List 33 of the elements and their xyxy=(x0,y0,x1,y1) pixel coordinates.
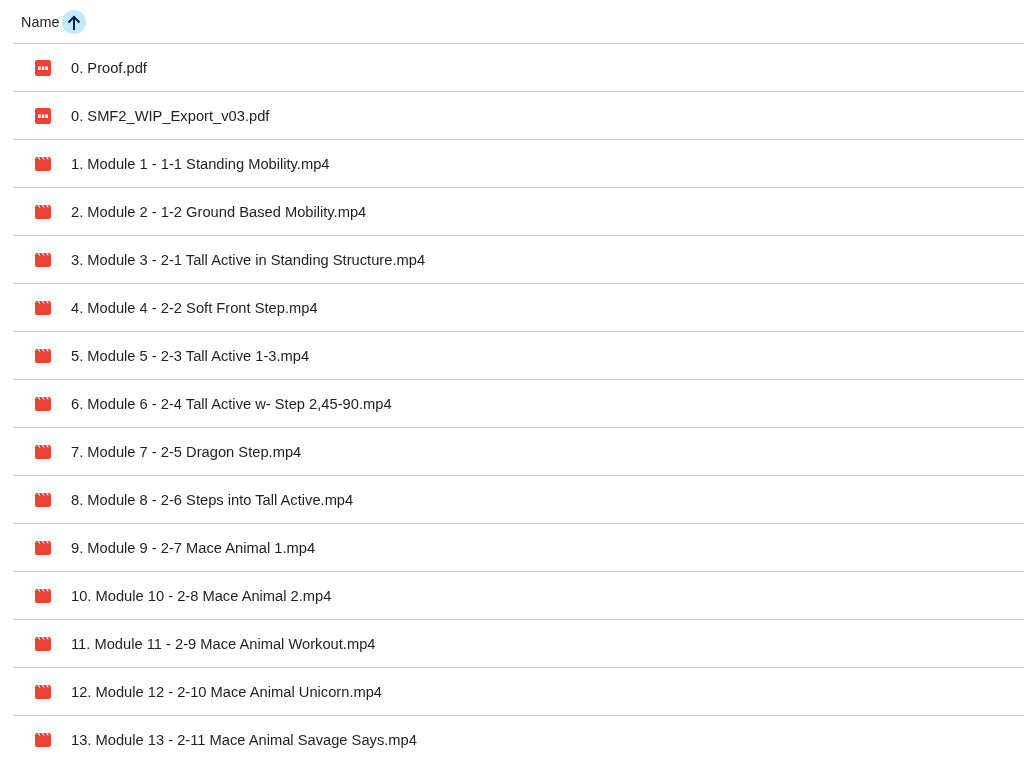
column-header[interactable]: Name xyxy=(21,13,60,30)
file-name: 12. Module 12 - 2-10 Mace Animal Unicorn.mp4 xyxy=(71,683,383,700)
file-name: 6. Module 6 - 2-4 Tall Active w- Step 2,45-90.mp4 xyxy=(71,395,392,412)
file-row[interactable]: 2. Module 2 - 1-2 Ground Based Mobility.mp4 xyxy=(14,188,1024,236)
file-row[interactable]: 8. Module 8 - 2-6 Steps into Tall Active.mp4 xyxy=(14,476,1024,524)
file-name: 7. Module 7 - 2-5 Dragon Step.mp4 xyxy=(71,443,302,460)
file-row[interactable]: 5. Module 5 - 2-3 Tall Active 1-3.mp4 xyxy=(14,332,1024,380)
file-row[interactable]: 0. Proof.pdf xyxy=(14,44,1024,92)
file-row[interactable]: 4. Module 4 - 2-2 Soft Front Step.mp4 xyxy=(14,284,1024,332)
file-name: 4. Module 4 - 2-2 Soft Front Step.mp4 xyxy=(71,299,318,316)
file-name: 0. SMF2_WIP_Export_v03.pdf xyxy=(71,107,270,124)
sort-button[interactable] xyxy=(62,9,87,34)
file-name: 5. Module 5 - 2-3 Tall Active 1-3.mp4 xyxy=(71,347,310,364)
file-name: 3. Module 3 - 2-1 Tall Active in Standing Structure.mp4 xyxy=(71,251,426,268)
file-name: 9. Module 9 - 2-7 Mace Animal 1.mp4 xyxy=(71,539,316,556)
file-row[interactable]: 6. Module 6 - 2-4 Tall Active w- Step 2,45-90.mp4 xyxy=(14,380,1024,428)
file-name: 8. Module 8 - 2-6 Steps into Tall Active.mp4 xyxy=(71,491,354,508)
file-row[interactable]: 10. Module 10 - 2-8 Mace Animal 2.mp4 xyxy=(14,572,1024,620)
file-name: 0. Proof.pdf xyxy=(71,59,147,76)
file-row[interactable]: 13. Module 13 - 2-11 Mace Animal Savage Says.mp4 xyxy=(14,716,1024,764)
file-row[interactable]: 1. Module 1 - 1-1 Standing Mobility.mp4 xyxy=(14,140,1024,188)
up-arrow-icon xyxy=(67,13,82,30)
file-row[interactable]: 3. Module 3 - 2-1 Tall Active in Standing Structure.mp4 xyxy=(14,236,1024,284)
file-row[interactable]: 0. SMF2_WIP_Export_v03.pdf xyxy=(14,92,1024,140)
file-name: 13. Module 13 - 2-11 Mace Animal Savage Says.mp4 xyxy=(71,732,417,748)
file-row[interactable]: 11. Module 11 - 2-9 Mace Animal Workout.mp4 xyxy=(14,620,1024,668)
file-name: 11. Module 11 - 2-9 Mace Animal Workout.mp4 xyxy=(71,635,376,652)
file-name: 2. Module 2 - 1-2 Ground Based Mobility.mp4 xyxy=(71,203,367,220)
file-name: 1. Module 1 - 1-1 Standing Mobility.mp4 xyxy=(71,155,330,172)
file-row[interactable]: 9. Module 9 - 2-7 Mace Animal 1.mp4 xyxy=(14,524,1024,572)
file-name: 10. Module 10 - 2-8 Mace Animal 2.mp4 xyxy=(71,587,332,604)
file-row[interactable]: 7. Module 7 - 2-5 Dragon Step.mp4 xyxy=(14,428,1024,476)
file-row[interactable]: 12. Module 12 - 2-10 Mace Animal Unicorn.mp4 xyxy=(14,668,1024,716)
